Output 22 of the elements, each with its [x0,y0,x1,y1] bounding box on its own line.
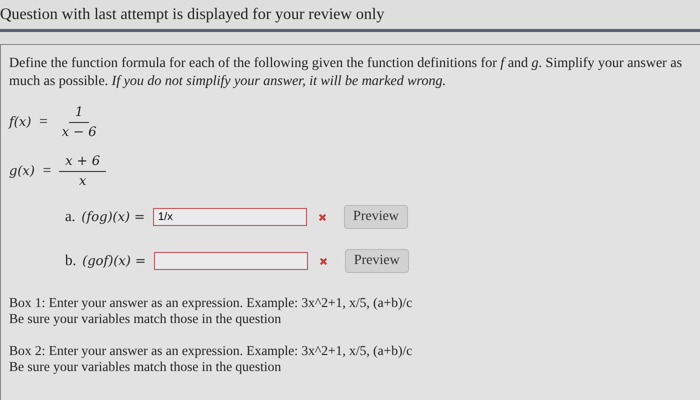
numerator: 1 [69,105,90,123]
hint-text: Be sure your variables match those in the question [9,311,282,327]
composition-expression: (fog)(x) = [81,210,146,224]
function-name: g(x) [9,164,35,179]
answer-field[interactable]: 1/x [153,208,308,226]
numerator: x + 6 [59,154,106,172]
denominator: x − 6 [60,124,98,140]
hint-text: Box 2: Enter your answer as an expression. Example: 3x^2+1, x/5, (a+b)/c [9,343,414,359]
equals-sign: = [39,114,48,131]
part-label: b. [65,252,76,270]
hint-text: Box 1: Enter your answer as an expression. Example: 3x^2+1, x/5, (a+b)/c [9,295,414,311]
preview-button[interactable]: Preview [344,249,409,273]
answer-field[interactable] [154,252,308,270]
function-name: f(x) [9,115,32,130]
composition-expression: (gof)(x) = [82,254,146,268]
denominator: x [78,173,88,189]
preview-button[interactable]: Preview [344,205,408,229]
equals-sign: = [42,163,52,180]
part-label: a. [65,208,76,226]
question-text: Define the function formula for each of the following given the function definitions for f and g. Simplify your answer as much as possible. If you do not simplify your answer, it will be marked wrong. [9,55,684,91]
review-notice: Question with last attempt is displayed for your review only [0,0,700,32]
hint-text: Be sure your variables match those in the question [9,359,282,375]
